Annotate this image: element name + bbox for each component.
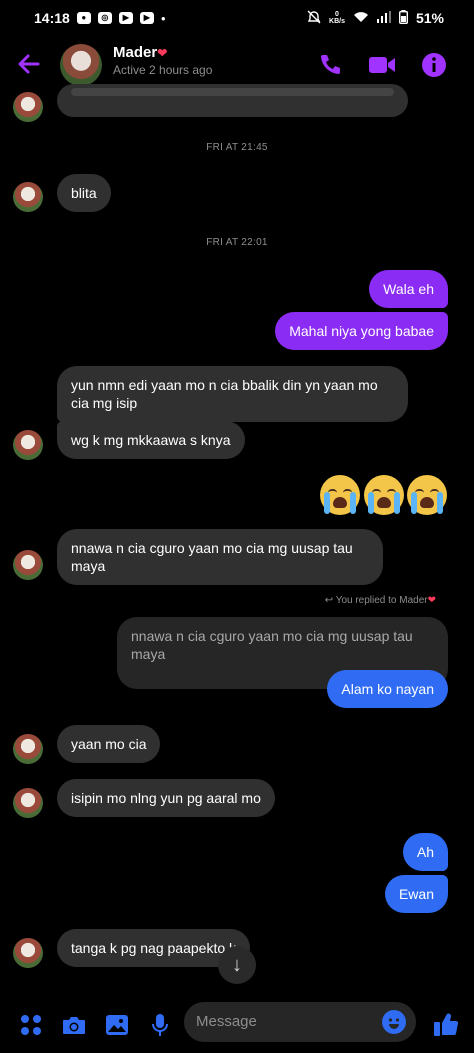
heart-emoji: ❤ bbox=[427, 595, 436, 606]
timestamp-divider: FRI AT 22:01 bbox=[206, 237, 268, 248]
reply-note-text: You replied to Mader bbox=[335, 595, 428, 606]
loudly-crying-face-icon bbox=[407, 475, 447, 515]
loudly-crying-face-icon bbox=[364, 475, 404, 515]
reply-indicator: ↩ You replied to Mader❤ bbox=[325, 595, 436, 606]
message-incoming[interactable]: isipin mo nlng yun pg aaral mo bbox=[57, 779, 275, 817]
message-outgoing[interactable]: Wala eh bbox=[369, 270, 448, 308]
sender-avatar[interactable] bbox=[13, 182, 43, 212]
messenger-notification-icon: ● bbox=[76, 12, 91, 24]
contact-name[interactable]: Mader❤ bbox=[113, 44, 167, 61]
wifi-icon bbox=[353, 10, 369, 26]
message-placeholder: Message bbox=[196, 1013, 257, 1030]
message-outgoing[interactable]: Mahal niya yong babae bbox=[275, 312, 448, 350]
message-incoming[interactable]: yun nmn edi yaan mo n cia bbalik din yn … bbox=[57, 366, 408, 422]
network-speed-value: 0 bbox=[335, 11, 339, 18]
cut-off-content bbox=[71, 88, 394, 96]
status-bar: 14:18 ● ◎ ▶ ▶ ● 0 KB/s 51% bbox=[0, 0, 474, 36]
message-input[interactable]: Message bbox=[184, 1002, 416, 1042]
video-icon[interactable] bbox=[368, 52, 396, 80]
youtube-notification-icon-2: ▶ bbox=[139, 12, 154, 24]
battery-level: 51% bbox=[415, 10, 444, 26]
sender-avatar[interactable] bbox=[13, 430, 43, 460]
message-bubble-cut-off[interactable] bbox=[57, 84, 408, 117]
mute-icon bbox=[307, 10, 321, 27]
message-incoming[interactable]: nnawa n cia cguro yaan mo cia mg uusap t… bbox=[57, 529, 383, 585]
composer-bar: Message bbox=[0, 996, 474, 1053]
youtube-notification-icon: ▶ bbox=[118, 12, 133, 24]
message-outgoing[interactable]: Ah bbox=[402, 833, 448, 871]
reply-arrow-icon: ↩ bbox=[324, 595, 336, 606]
more-dot-icon: ● bbox=[160, 13, 166, 23]
message-incoming[interactable]: wg k mg mkkaawa s knya bbox=[57, 421, 245, 459]
mic-icon[interactable] bbox=[150, 1013, 174, 1037]
contact-name-text: Mader bbox=[113, 44, 158, 61]
emoji-icon[interactable] bbox=[382, 1010, 406, 1034]
network-speed: 0 KB/s bbox=[329, 11, 345, 25]
gallery-icon[interactable] bbox=[105, 1013, 129, 1037]
clock: 14:18 bbox=[34, 10, 70, 26]
menu-dots-icon[interactable] bbox=[19, 1013, 43, 1037]
message-incoming[interactable]: yaan mo cia bbox=[57, 725, 161, 763]
network-speed-unit: KB/s bbox=[329, 18, 345, 25]
thumbs-up-icon[interactable] bbox=[433, 1011, 459, 1036]
sender-avatar[interactable] bbox=[13, 550, 43, 580]
sender-avatar[interactable] bbox=[13, 788, 43, 818]
heart-emoji: ❤ bbox=[157, 46, 168, 60]
arrow-down-icon[interactable]: ↓ bbox=[218, 946, 256, 984]
message-outgoing[interactable]: Alam ko nayan bbox=[327, 670, 448, 708]
signal-icon bbox=[376, 10, 391, 26]
back-arrow-icon[interactable] bbox=[16, 51, 46, 81]
message-incoming[interactable]: blita bbox=[57, 174, 111, 212]
sender-avatar[interactable] bbox=[13, 938, 43, 968]
contact-avatar[interactable] bbox=[60, 44, 102, 86]
instagram-notification-icon: ◎ bbox=[97, 12, 112, 24]
message-outgoing[interactable]: Ewan bbox=[384, 875, 448, 913]
sender-avatar[interactable] bbox=[13, 734, 43, 764]
timestamp-divider: FRI AT 21:45 bbox=[206, 142, 268, 153]
active-status: Active 2 hours ago bbox=[113, 63, 213, 77]
loudly-crying-face-icon bbox=[320, 475, 360, 515]
camera-icon[interactable] bbox=[61, 1013, 85, 1037]
sender-avatar[interactable] bbox=[13, 92, 43, 122]
battery-icon bbox=[398, 9, 408, 27]
phone-icon[interactable] bbox=[317, 52, 345, 80]
info-icon[interactable] bbox=[421, 52, 449, 80]
